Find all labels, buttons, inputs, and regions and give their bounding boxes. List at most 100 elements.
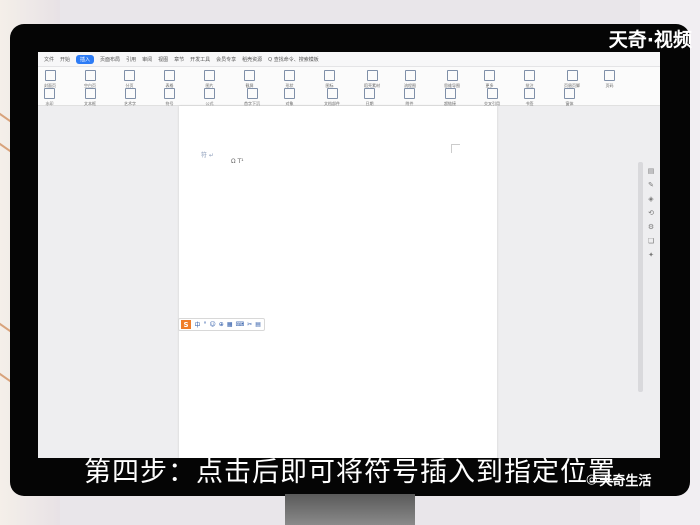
ime-punct-icon[interactable]: °	[204, 321, 207, 328]
ribbon-button-icon	[124, 70, 135, 81]
ribbon-button[interactable]: 水印	[44, 88, 55, 107]
ime-chinese-icon[interactable]: 中	[195, 320, 201, 329]
ribbon-button-icon	[246, 88, 258, 99]
insert-ribbon: 封面页 空白页 分页 表格 图片 截屏 形状 图标 稻壳素材 流程图 思维导图 更多 批注 页眉页脚页码水…	[38, 67, 660, 106]
sidebar-settings-icon[interactable]: ⚙	[648, 223, 654, 231]
ribbon-button[interactable]: 更多	[484, 70, 495, 89]
ribbon-button[interactable]: 文档部件	[324, 88, 340, 107]
ribbon-button[interactable]: 公式	[204, 88, 215, 107]
ribbon-button[interactable]: 形状	[284, 70, 295, 89]
ribbon-button-icon	[164, 88, 175, 99]
ribbon-button[interactable]: 表格	[164, 70, 175, 89]
sidebar-page-icon[interactable]: ❏	[648, 237, 654, 245]
right-sidebar: ▤ ✎ ◈ ⟲ ⚙ ❏ ✦	[644, 164, 658, 262]
ribbon-button[interactable]: 封面页	[44, 70, 56, 89]
ribbon-button[interactable]: 附件	[404, 88, 415, 107]
ribbon-button[interactable]: 窗体	[564, 88, 575, 107]
ime-menu-icon[interactable]: ▤	[255, 321, 261, 328]
ime-tools-icon[interactable]: ⊕	[219, 321, 224, 328]
ribbon-button[interactable]: 批注	[524, 70, 535, 89]
ribbon-button[interactable]: 页眉页脚	[564, 70, 580, 89]
document-workspace: 符 ↵ Ω T¹ S 中 ° ☺ ⊕ ▦ ⌨ ✂ ▤ ▤ ✎ ◈ ⟲ ⚙ ❏ ✦	[38, 106, 660, 458]
ribbon-button[interactable]: 文本框	[84, 88, 96, 107]
ribbon-button-icon	[326, 88, 338, 99]
ribbon-button[interactable]: 思维导图	[444, 70, 460, 89]
ribbon-button-icon	[366, 70, 378, 81]
ribbon-button-icon	[284, 70, 295, 81]
tab-developer[interactable]: 开发工具	[190, 56, 210, 63]
ribbon-button-icon	[486, 88, 498, 99]
ribbon-button[interactable]: 符号	[164, 88, 175, 107]
ime-logo-icon: S	[181, 320, 191, 329]
tab-member[interactable]: 会员专享	[216, 56, 236, 63]
ribbon-button[interactable]: 页码	[604, 70, 615, 89]
ime-toolbar[interactable]: S 中 ° ☺ ⊕ ▦ ⌨ ✂ ▤	[178, 318, 266, 331]
tab-references[interactable]: 引用	[126, 56, 136, 63]
monitor-screen: 文件 开始 插入 页面布局 引用 审阅 视图 章节 开发工具 会员专享 稻壳资源…	[38, 52, 660, 458]
ime-keyboard-icon[interactable]: ⌨	[235, 321, 244, 328]
tab-review[interactable]: 审阅	[142, 56, 152, 63]
ribbon-button[interactable]: 对象	[284, 88, 295, 107]
ribbon-button-icon	[404, 70, 416, 81]
ribbon-button[interactable]: 超链接	[444, 88, 456, 107]
tab-home[interactable]: 开始	[60, 56, 70, 63]
ribbon-button-icon	[244, 70, 255, 81]
ribbon-button-icon	[604, 70, 615, 81]
ribbon-button-icon	[364, 88, 375, 99]
tab-insert[interactable]: 插入	[76, 54, 95, 64]
tab-chapter[interactable]: 章节	[174, 56, 184, 63]
menu-tab-row: 文件 开始 插入 页面布局 引用 审阅 视图 章节 开发工具 会员专享 稻壳资源…	[38, 52, 660, 67]
ribbon-button[interactable]: 书签	[524, 88, 535, 107]
monitor-stand	[285, 494, 415, 525]
search-icon: ◎	[586, 472, 598, 487]
brand-logo: 天奇·视频	[608, 29, 692, 51]
ribbon-button[interactable]: 艺术字	[124, 88, 136, 107]
ribbon-button[interactable]: 图片	[204, 70, 215, 89]
ribbon-button[interactable]: 截屏	[244, 70, 255, 89]
tab-file[interactable]: 文件	[44, 56, 54, 63]
ribbon-button-icon	[124, 88, 136, 99]
inserted-symbol: Ω T¹	[231, 158, 244, 165]
ime-cut-icon[interactable]: ✂	[247, 321, 252, 328]
sidebar-style-icon[interactable]: ◈	[648, 195, 653, 203]
ribbon-button-icon	[84, 70, 96, 81]
command-search[interactable]: Q 查找命令、搜索模板	[268, 56, 319, 63]
ribbon-button-icon	[204, 70, 215, 81]
ribbon-button[interactable]: 图标	[324, 70, 335, 89]
sidebar-magic-icon[interactable]: ✦	[648, 251, 654, 259]
ribbon-button[interactable]: 交叉引用	[484, 88, 500, 107]
ribbon-button-icon	[164, 70, 175, 81]
ime-skin-icon[interactable]: ▦	[227, 321, 233, 328]
ribbon-button-icon	[204, 88, 215, 99]
ribbon-button[interactable]: 空白页	[84, 70, 96, 89]
vertical-scrollbar[interactable]	[638, 162, 643, 392]
ribbon-button-icon	[324, 70, 335, 81]
ribbon-button-label: 页码	[605, 83, 614, 88]
ribbon-button-icon	[404, 88, 415, 99]
ribbon-button-icon	[446, 70, 458, 81]
ribbon-button[interactable]: 流程图	[404, 70, 416, 89]
tab-docer[interactable]: 稻壳资源	[242, 56, 262, 63]
ribbon-button-icon	[524, 88, 535, 99]
watermark: ◎ 天奇生活	[586, 470, 651, 489]
ime-emoji-icon[interactable]: ☺	[210, 321, 216, 328]
ribbon-button-icon	[566, 70, 578, 81]
ribbon-button[interactable]: 稻壳素材	[364, 70, 380, 89]
document-page[interactable]: 符 ↵ Ω T¹	[179, 106, 497, 458]
page-corner-mark	[451, 144, 460, 153]
ribbon-button[interactable]: 首字下沉	[244, 88, 260, 107]
sidebar-history-icon[interactable]: ⟲	[648, 209, 654, 217]
tab-page-layout[interactable]: 页面布局	[100, 56, 120, 63]
ribbon-button[interactable]: 分页	[124, 70, 135, 89]
sidebar-icon[interactable]: ▤	[648, 167, 655, 175]
document-text: 符 ↵	[201, 152, 214, 159]
ribbon-button-icon	[524, 70, 535, 81]
ribbon-button[interactable]: 日期	[364, 88, 375, 107]
sidebar-edit-icon[interactable]: ✎	[648, 181, 654, 189]
tab-view[interactable]: 视图	[158, 56, 168, 63]
watermark-text: 天奇生活	[599, 474, 652, 489]
ribbon-button-icon	[84, 88, 96, 99]
ribbon-button-icon	[564, 88, 575, 99]
ribbon-button-icon	[44, 70, 56, 81]
ribbon-button-icon	[284, 88, 295, 99]
